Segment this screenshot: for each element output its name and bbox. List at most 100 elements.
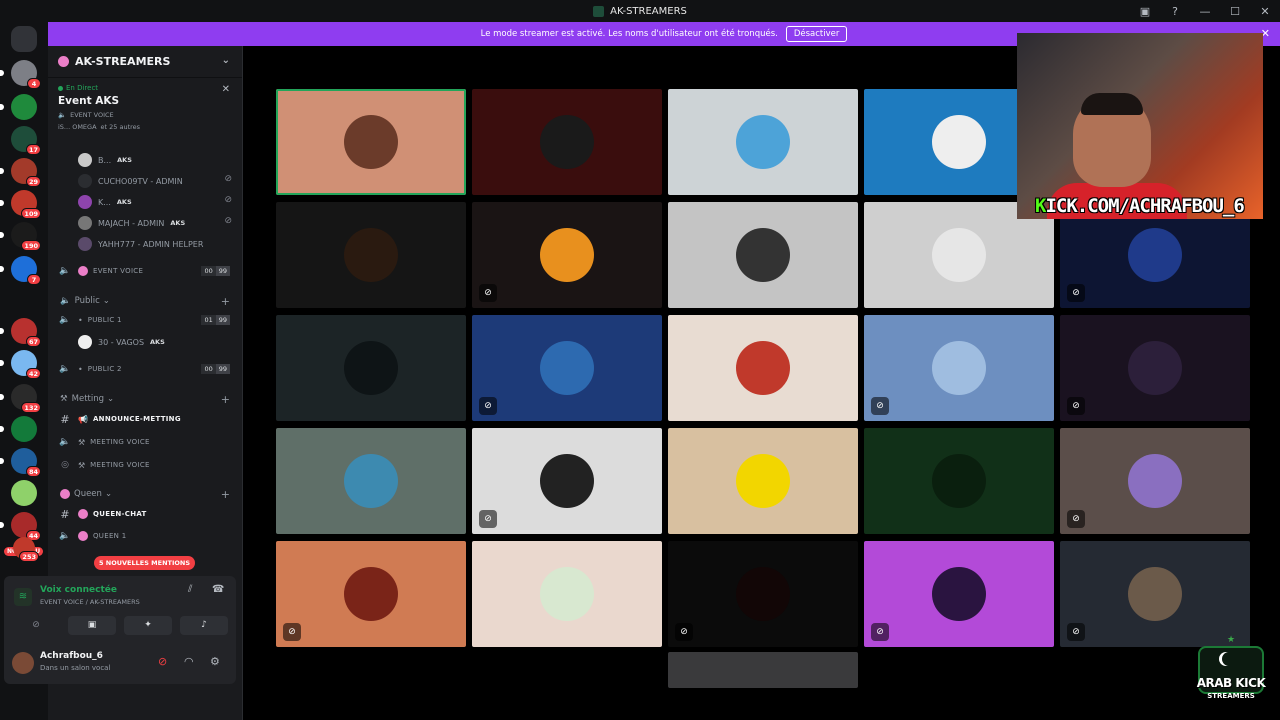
participant-tile[interactable]: [276, 428, 466, 534]
role-tag: AKS: [150, 338, 165, 346]
channel-announce-metting[interactable]: # 📢 ANNOUNCE-METTING: [48, 408, 242, 430]
participant-tile[interactable]: ⊘: [668, 541, 858, 647]
headphones-icon[interactable]: ◠: [184, 655, 194, 668]
category-queen[interactable]: Queen ⌄ +: [48, 486, 242, 502]
server-icon[interactable]: 29: [0, 158, 41, 187]
event-participants-row: iS... OMEGA et 25 autres: [58, 123, 232, 131]
server-icon[interactable]: 109: [0, 190, 41, 219]
mute-mic-icon[interactable]: ⊘: [158, 655, 167, 668]
channel-name: PUBLIC 1: [87, 316, 122, 324]
participant-tile[interactable]: ⊘: [864, 315, 1054, 421]
server-icon[interactable]: 42: [0, 350, 41, 379]
participant-tile[interactable]: [668, 652, 858, 688]
username[interactable]: Achrafbou_6: [40, 651, 103, 661]
help-icon[interactable]: ?: [1160, 5, 1190, 18]
server-icon[interactable]: 84: [0, 448, 41, 477]
server-icon[interactable]: 253: [13, 537, 39, 562]
participant-tile[interactable]: ⊘: [1060, 315, 1250, 421]
participant-tile[interactable]: ⊘: [472, 315, 662, 421]
channel-queen-1[interactable]: 🔈 QUEEN 1: [48, 525, 242, 547]
soundboard-button[interactable]: ♪: [180, 616, 228, 635]
server-icon[interactable]: 7: [0, 256, 41, 285]
gear-icon[interactable]: ⚙: [210, 655, 220, 668]
add-channel-icon[interactable]: +: [221, 488, 230, 501]
camera-off-button[interactable]: ⊘: [12, 616, 60, 635]
server-icon[interactable]: [11, 480, 37, 506]
guild-header[interactable]: AK-STREAMERS ⌄: [48, 46, 242, 78]
participant-tile[interactable]: ⊘: [276, 541, 466, 647]
server-icon[interactable]: 67: [0, 318, 41, 347]
close-window-button[interactable]: ✕: [1250, 5, 1280, 18]
participant-tile[interactable]: [668, 89, 858, 195]
server-icon-active[interactable]: 17: [11, 126, 41, 155]
avatar: [1128, 341, 1182, 395]
voice-user[interactable]: CUCHO09TV - ADMIN: [78, 171, 189, 191]
category-public[interactable]: 🔈 Public ⌄ +: [48, 293, 242, 309]
channel-public-2[interactable]: 🔈 • PUBLIC 2 00 99: [48, 358, 242, 380]
live-event-card[interactable]: En Direct Event AKS ✕ 🔈 EVENT VOICE iS..…: [48, 78, 242, 135]
muted-mic-icon: ⊘: [1067, 397, 1085, 415]
activities-button[interactable]: ✦: [124, 616, 172, 635]
voice-channel-path[interactable]: EVENT VOICE / AK-STREAMERS: [40, 598, 140, 606]
discord-home-icon[interactable]: [11, 26, 37, 52]
voice-user[interactable]: 30 - VAGOS AKS: [78, 332, 165, 352]
voice-user[interactable]: K... AKS: [78, 192, 132, 212]
voice-user-name: B...: [98, 155, 112, 165]
avatar: [540, 341, 594, 395]
voice-connected-panel: ≋ Voix connectée EVENT VOICE / AK-STREAM…: [4, 576, 236, 642]
user-count: 01 99: [201, 315, 230, 325]
participant-tile[interactable]: [276, 89, 466, 195]
user-panel: Achrafbou_6 Dans un salon vocal ⊘ ◠ ⚙: [4, 642, 236, 684]
participant-tile[interactable]: ⊘: [864, 541, 1054, 647]
channel-meeting-voice-stage[interactable]: ◎ ⚒ MEETING VOICE: [48, 454, 242, 476]
participant-tile[interactable]: ⊘: [472, 428, 662, 534]
participant-tile[interactable]: [864, 428, 1054, 534]
participant-tile[interactable]: [668, 428, 858, 534]
participant-tile[interactable]: ⊘: [1060, 428, 1250, 534]
new-mentions-pill[interactable]: 5 NOUVELLES MENTIONS: [94, 556, 196, 570]
logo-line-2: STREAMERS: [1207, 692, 1255, 700]
participant-tile[interactable]: [668, 202, 858, 308]
participant-tile[interactable]: [276, 202, 466, 308]
noise-suppression-icon[interactable]: ⫽: [188, 584, 192, 595]
participant-tile[interactable]: [668, 315, 858, 421]
server-icon[interactable]: 4: [0, 60, 41, 89]
channel-event-voice[interactable]: 🔈 EVENT VOICE 00 99: [48, 260, 242, 282]
speaker-icon: 🔈: [58, 111, 67, 119]
participant-tile[interactable]: [472, 89, 662, 195]
voice-user[interactable]: YAHH777 - ADMIN HELPER: [78, 234, 209, 254]
channel-queen-chat[interactable]: # QUEEN-CHAT: [48, 503, 242, 525]
channel-name: MEETING VOICE: [90, 438, 150, 446]
participant-tile[interactable]: [472, 541, 662, 647]
disable-streamer-button[interactable]: Désactiver: [785, 26, 848, 42]
avatar[interactable]: [12, 652, 34, 674]
maximize-button[interactable]: ☐: [1220, 5, 1250, 18]
close-icon[interactable]: ✕: [222, 84, 230, 95]
category-metting[interactable]: ⚒ Metting ⌄ +: [48, 391, 242, 407]
voice-user[interactable]: B... AKS: [78, 150, 132, 170]
participant-tile[interactable]: ⊘: [1060, 541, 1250, 647]
server-icon[interactable]: 132: [0, 384, 41, 413]
voice-user-name: 30 - VAGOS: [98, 337, 145, 347]
participant-tile[interactable]: [276, 315, 466, 421]
add-channel-icon[interactable]: +: [221, 393, 230, 406]
signal-icon: ≋: [14, 588, 32, 606]
avatar: [932, 341, 986, 395]
server-icon[interactable]: 44: [0, 512, 41, 541]
inbox-icon[interactable]: ▣: [1130, 5, 1160, 18]
chevron-down-icon[interactable]: ⌄: [222, 55, 230, 66]
screen-share-button[interactable]: ▣: [68, 616, 116, 635]
server-icon[interactable]: [0, 94, 37, 120]
server-icon[interactable]: 190: [0, 222, 41, 251]
server-icon[interactable]: [0, 416, 37, 442]
minimize-button[interactable]: —: [1190, 5, 1220, 18]
participant-tile[interactable]: ⊘: [472, 202, 662, 308]
voice-status-title[interactable]: Voix connectée: [40, 585, 117, 595]
channel-meeting-voice[interactable]: 🔈 ⚒ MEETING VOICE: [48, 431, 242, 453]
voice-user[interactable]: MAJACH - ADMIN AKS: [78, 213, 185, 233]
channel-public-1[interactable]: 🔈 • PUBLIC 1 01 99: [48, 309, 242, 331]
add-channel-icon[interactable]: +: [221, 295, 230, 308]
disconnect-icon[interactable]: ☎: [212, 584, 224, 595]
speaker-icon: 🔈: [60, 296, 71, 306]
avatar: [344, 228, 398, 282]
